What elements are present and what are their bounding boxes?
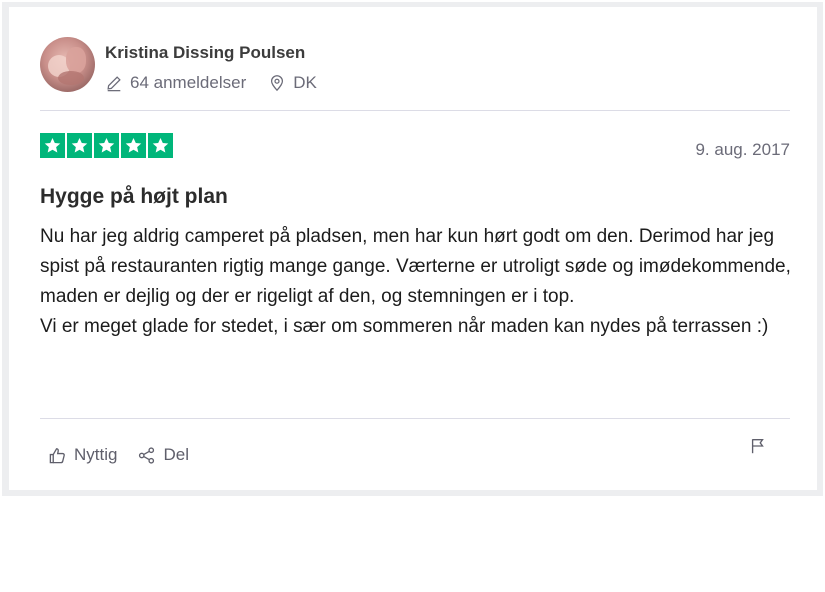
useful-label: Nyttig	[74, 445, 118, 464]
flag-icon	[751, 439, 764, 454]
star-icon	[94, 133, 119, 158]
share-button[interactable]: Del	[137, 445, 189, 465]
location-pin-icon	[268, 74, 286, 92]
reviewer-name[interactable]: Kristina Dissing Poulsen	[105, 43, 305, 63]
star-rating	[40, 133, 175, 158]
review-date: 9. aug. 2017	[695, 140, 790, 159]
star-icon	[148, 133, 173, 158]
star-icon	[40, 133, 65, 158]
reviewer-meta: 64 anmeldelser DK	[105, 73, 317, 93]
review-paragraph: Vi er meget glade for stedet, i sær om s…	[40, 316, 769, 337]
pencil-icon	[105, 74, 123, 92]
star-icon	[121, 133, 146, 158]
review-count: 64 anmeldelser	[130, 73, 247, 92]
share-label: Del	[163, 445, 189, 464]
review-body: Nu har jeg aldrig camperet på pladsen, m…	[40, 222, 800, 342]
divider	[40, 110, 790, 111]
star-icon	[67, 133, 92, 158]
thumbs-up-icon	[49, 447, 65, 463]
review-actions: Nyttig Del	[48, 445, 209, 465]
avatar[interactable]	[40, 37, 95, 92]
reviewer-country: DK	[293, 73, 317, 92]
report-flag-button[interactable]	[749, 437, 767, 455]
divider	[40, 418, 790, 419]
share-icon	[139, 446, 155, 464]
review-card: Kristina Dissing Poulsen 64 anmeldelser …	[9, 7, 817, 490]
review-paragraph: Nu har jeg aldrig camperet på pladsen, m…	[40, 226, 791, 307]
review-title[interactable]: Hygge på højt plan	[40, 185, 228, 209]
useful-button[interactable]: Nyttig	[48, 445, 117, 465]
review-card-frame: Kristina Dissing Poulsen 64 anmeldelser …	[2, 2, 823, 496]
